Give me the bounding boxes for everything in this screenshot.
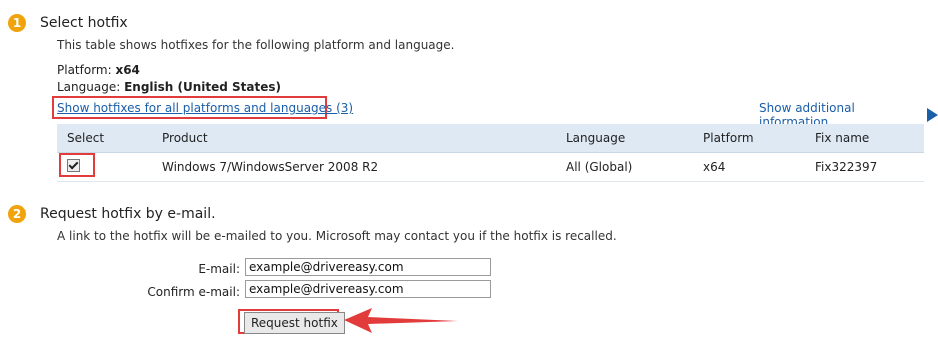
col-header-product: Product (152, 124, 556, 153)
step-2-badge: 2 (8, 205, 26, 223)
col-header-language: Language (556, 124, 693, 153)
email-field[interactable]: example@drivereasy.com (245, 258, 491, 276)
platform-value: x64 (115, 63, 140, 77)
language-line: Language: English (United States) (57, 80, 281, 94)
hotfix-table: Select Product Language Platform Fix nam… (57, 124, 924, 182)
language-label: Language: (57, 80, 125, 94)
platform-cell: x64 (693, 152, 805, 182)
red-arrow-icon (344, 308, 458, 333)
step-1-badge: 1 (8, 14, 26, 32)
col-header-select: Select (57, 124, 152, 153)
confirm-email-field[interactable]: example@drivereasy.com (245, 280, 491, 298)
section-2-description: A link to the hotfix will be e-mailed to… (57, 229, 617, 243)
fix-name-cell: Fix322397 (805, 152, 924, 182)
platform-label: Platform: (57, 63, 116, 77)
product-cell: Windows 7/WindowsServer 2008 R2 (152, 152, 556, 182)
section-2-title: Request hotfix by e-mail. (40, 206, 216, 222)
section-1-title: Select hotfix (40, 15, 128, 31)
col-header-fix-name: Fix name (805, 124, 924, 153)
platform-line: Platform: x64 (57, 63, 140, 77)
confirm-email-label: Confirm e-mail: (147, 285, 240, 299)
show-all-platforms-link[interactable]: Show hotfixes for all platforms and lang… (57, 101, 353, 115)
table-header-row: Select Product Language Platform Fix nam… (57, 124, 924, 153)
language-value: English (United States) (124, 80, 282, 94)
triangle-right-icon (927, 108, 938, 122)
language-cell: All (Global) (556, 152, 693, 182)
col-header-platform: Platform (693, 124, 805, 153)
checkbox-highlight (59, 153, 95, 177)
request-hotfix-button[interactable]: Request hotfix (244, 312, 345, 334)
section-1-description: This table shows hotfixes for the follow… (57, 38, 455, 52)
table-row: Windows 7/WindowsServer 2008 R2 All (Glo… (57, 152, 924, 182)
email-label: E-mail: (198, 262, 240, 276)
